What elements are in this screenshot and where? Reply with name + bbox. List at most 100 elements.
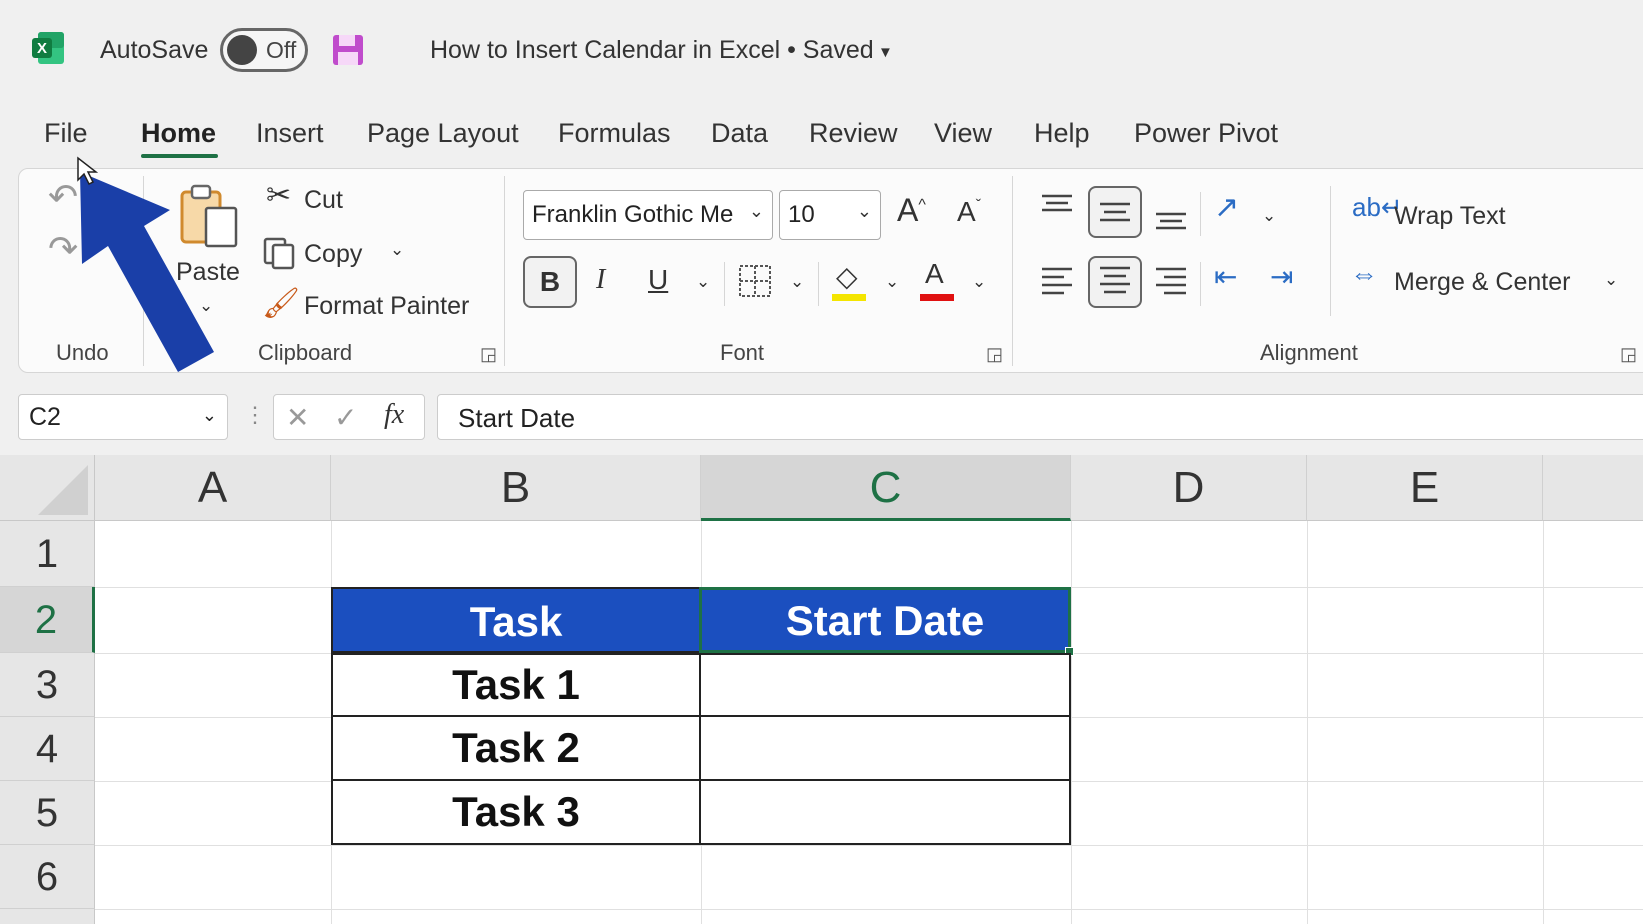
cut-icon[interactable]: ✂ xyxy=(266,178,291,213)
tab-file[interactable]: File xyxy=(44,118,88,149)
group-separator xyxy=(1200,192,1201,236)
formula-actions: ✕ ✓ fx xyxy=(273,394,425,440)
bold-button[interactable]: B xyxy=(523,256,577,308)
autosave-toggle[interactable]: Off xyxy=(220,28,308,72)
tab-view[interactable]: View xyxy=(934,118,992,149)
svg-text:X: X xyxy=(37,40,47,57)
gridline xyxy=(1543,521,1544,924)
underline-chevron-down-icon[interactable]: ⌄ xyxy=(696,272,710,292)
borders-icon[interactable] xyxy=(738,264,772,298)
enter-icon[interactable]: ✓ xyxy=(334,401,357,434)
copy-icon[interactable] xyxy=(262,236,296,270)
tab-data[interactable]: Data xyxy=(711,118,768,149)
font-color-chevron-down-icon[interactable]: ⌄ xyxy=(972,272,986,292)
gridline xyxy=(1307,521,1308,924)
column-header-d[interactable]: D xyxy=(1071,455,1307,521)
increase-indent-icon[interactable]: ⇥ xyxy=(1270,260,1293,293)
select-all-triangle-icon xyxy=(38,465,88,515)
font-name-dropdown[interactable]: Franklin Gothic Me ⌄ xyxy=(523,190,773,240)
orientation-icon[interactable]: ↗ xyxy=(1214,190,1239,225)
table-cell-task-1[interactable]: Task 1 xyxy=(331,653,701,717)
chevron-down-icon[interactable]: ▼ xyxy=(878,44,893,61)
select-all-corner[interactable] xyxy=(0,455,95,521)
fill-color-chevron-down-icon[interactable]: ⌄ xyxy=(885,272,899,292)
merge-center-chevron-down-icon[interactable]: ⌄ xyxy=(1604,270,1618,290)
copy-chevron-down-icon[interactable]: ⌄ xyxy=(390,240,404,260)
toggle-knob xyxy=(227,35,257,65)
gridline xyxy=(95,909,1643,910)
tab-review[interactable]: Review xyxy=(809,118,898,149)
row-header-4[interactable]: 4 xyxy=(0,717,95,781)
wrap-text-button[interactable]: Wrap Text xyxy=(1394,202,1506,231)
orientation-chevron-down-icon[interactable]: ⌄ xyxy=(1262,206,1276,226)
increase-font-size-icon[interactable]: A^ xyxy=(897,192,926,229)
autosave-state: Off xyxy=(266,37,297,63)
column-header-c[interactable]: C xyxy=(701,455,1071,521)
row-header-3[interactable]: 3 xyxy=(0,653,95,717)
font-color-icon[interactable]: A xyxy=(925,258,944,290)
formula-input[interactable]: Start Date xyxy=(437,394,1643,440)
font-launcher-icon[interactable]: ◲ xyxy=(986,344,1003,365)
tab-insert[interactable]: Insert xyxy=(256,118,324,149)
clipboard-launcher-icon[interactable]: ◲ xyxy=(480,344,497,365)
more-options-icon[interactable]: ⋮ xyxy=(244,402,266,428)
bottom-align-icon[interactable] xyxy=(1154,206,1188,236)
align-center-button[interactable] xyxy=(1088,256,1142,308)
row-header-5[interactable]: 5 xyxy=(0,781,95,845)
underline-button[interactable]: U xyxy=(648,264,668,296)
autosave-label: AutoSave xyxy=(100,36,209,64)
format-painter-button[interactable]: Format Painter xyxy=(304,292,469,321)
align-right-icon[interactable] xyxy=(1154,266,1188,296)
column-header-b[interactable]: B xyxy=(331,455,701,521)
table-cell-start-date-2[interactable] xyxy=(699,715,1071,781)
group-separator xyxy=(1330,186,1331,316)
mouse-cursor-icon xyxy=(77,156,98,186)
row-header-overflow xyxy=(0,909,95,924)
column-header-overflow xyxy=(1543,455,1643,521)
table-cell-start-date-1[interactable] xyxy=(699,653,1071,717)
font-size-value: 10 xyxy=(788,201,815,228)
table-cell-task-3[interactable]: Task 3 xyxy=(331,779,701,845)
align-left-icon[interactable] xyxy=(1040,266,1074,296)
row-header-1[interactable]: 1 xyxy=(0,521,95,587)
chevron-down-icon: ⌄ xyxy=(856,201,872,221)
gridline xyxy=(1071,521,1072,924)
copy-button[interactable]: Copy xyxy=(304,240,362,269)
middle-align-button[interactable] xyxy=(1088,186,1142,238)
middle-align-icon xyxy=(1100,202,1130,222)
cancel-icon[interactable]: ✕ xyxy=(286,401,309,434)
alignment-launcher-icon[interactable]: ◲ xyxy=(1620,344,1637,365)
name-box-value: C2 xyxy=(29,403,61,431)
insert-function-button[interactable]: fx xyxy=(384,399,404,431)
table-header-task[interactable]: Task xyxy=(331,587,701,653)
format-painter-icon[interactable]: 🖌 xyxy=(262,286,300,321)
group-separator xyxy=(1200,262,1201,306)
table-cell-task-2[interactable]: Task 2 xyxy=(331,715,701,781)
save-icon[interactable] xyxy=(330,32,366,68)
tab-formulas[interactable]: Formulas xyxy=(558,118,671,149)
group-separator xyxy=(818,262,819,306)
merge-center-icon[interactable]: ⇔ xyxy=(1350,258,1378,290)
fill-color-icon[interactable]: ◇ xyxy=(836,260,858,293)
tab-help[interactable]: Help xyxy=(1034,118,1090,149)
decrease-font-size-icon[interactable]: Aˇ xyxy=(957,196,981,228)
name-box[interactable]: C2 ⌄ xyxy=(18,394,228,440)
table-header-start-date[interactable]: Start Date xyxy=(699,587,1071,653)
decrease-indent-icon[interactable]: ⇤ xyxy=(1214,260,1237,293)
tab-home[interactable]: Home xyxy=(141,118,216,149)
font-size-dropdown[interactable]: 10 ⌄ xyxy=(779,190,881,240)
tab-page-layout[interactable]: Page Layout xyxy=(367,118,519,149)
document-title[interactable]: How to Insert Calendar in Excel • Saved xyxy=(430,36,874,65)
row-header-2[interactable]: 2 xyxy=(0,587,95,653)
row-header-6[interactable]: 6 xyxy=(0,845,95,909)
column-header-e[interactable]: E xyxy=(1307,455,1543,521)
borders-chevron-down-icon[interactable]: ⌄ xyxy=(790,272,804,292)
group-separator xyxy=(724,262,725,306)
italic-button[interactable]: I xyxy=(596,264,605,296)
top-align-icon[interactable] xyxy=(1040,192,1074,222)
cut-button[interactable]: Cut xyxy=(304,186,343,215)
merge-center-button[interactable]: Merge & Center xyxy=(1394,268,1570,297)
table-cell-start-date-3[interactable] xyxy=(699,779,1071,845)
tab-power-pivot[interactable]: Power Pivot xyxy=(1134,118,1278,149)
column-header-a[interactable]: A xyxy=(95,455,331,521)
